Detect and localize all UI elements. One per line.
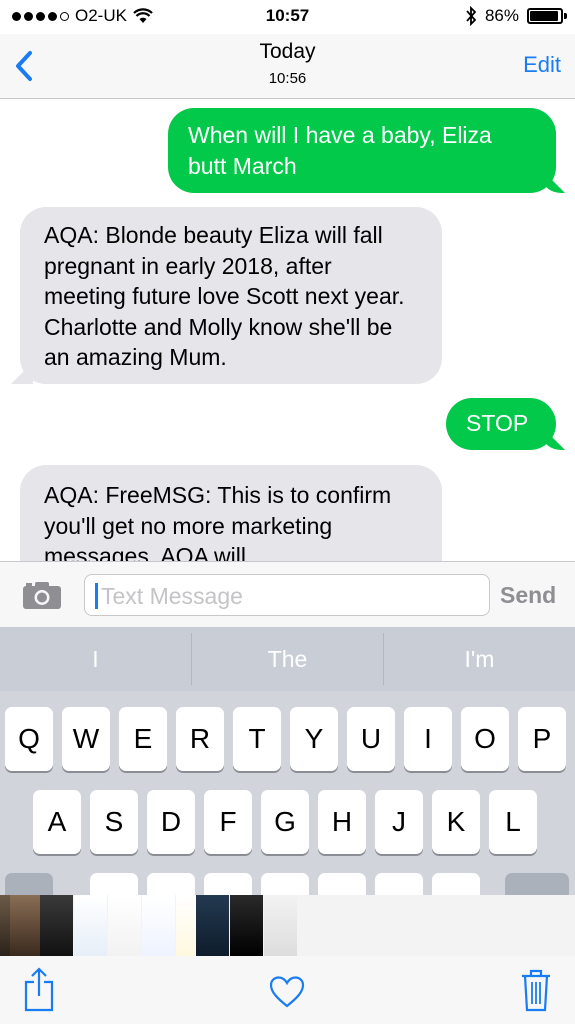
key-u[interactable]: U (347, 707, 395, 771)
prediction-suggestion[interactable]: The (192, 627, 383, 691)
message-bubble-outgoing[interactable]: STOP (446, 398, 556, 450)
message-input[interactable] (99, 578, 483, 614)
key-i[interactable]: I (404, 707, 452, 771)
key-j[interactable]: J (375, 790, 423, 854)
status-bar: O2-UK 10:57 86% (0, 0, 575, 34)
key-d[interactable]: D (147, 790, 195, 854)
send-button[interactable]: Send (500, 582, 556, 609)
key-k[interactable]: K (432, 790, 480, 854)
predictive-text-bar: I The I'm (0, 627, 575, 691)
photo-thumbnail[interactable] (230, 895, 263, 956)
battery-icon (527, 8, 567, 24)
trash-icon[interactable] (520, 968, 552, 1012)
key-w[interactable]: W (62, 707, 110, 771)
prediction-suggestion[interactable]: I'm (384, 627, 575, 691)
photo-thumbnail[interactable] (196, 895, 229, 956)
key-l[interactable]: L (489, 790, 537, 854)
share-icon[interactable] (22, 966, 56, 1012)
photo-thumbnail[interactable] (10, 895, 43, 956)
key-s[interactable]: S (90, 790, 138, 854)
navigation-bar: Today 10:56 Edit (0, 34, 575, 99)
photo-thumbnail[interactable] (264, 895, 297, 956)
key-t[interactable]: T (233, 707, 281, 771)
message-text: AQA: Blonde beauty Eliza will fall pregn… (44, 222, 405, 370)
camera-icon[interactable] (22, 580, 62, 610)
key-h[interactable]: H (318, 790, 366, 854)
message-text: When will I have a baby, Eliza butt Marc… (188, 122, 492, 179)
conversation-subtitle: 10:56 (268, 70, 307, 87)
message-bubble-incoming[interactable]: AQA: Blonde beauty Eliza will fall pregn… (20, 207, 442, 384)
text-caret (95, 583, 98, 609)
message-composer: Send (0, 561, 575, 628)
photo-thumbnail[interactable] (108, 895, 141, 956)
key-o[interactable]: O (461, 707, 509, 771)
photo-thumbnail[interactable] (40, 895, 73, 956)
key-g[interactable]: G (261, 790, 309, 854)
key-p[interactable]: P (518, 707, 566, 771)
key-e[interactable]: E (119, 707, 167, 771)
message-field[interactable] (84, 574, 490, 616)
heart-icon[interactable] (269, 976, 305, 1008)
photo-thumbnail[interactable] (142, 895, 175, 956)
key-a[interactable]: A (33, 790, 81, 854)
key-f[interactable]: F (204, 790, 252, 854)
edit-button[interactable]: Edit (523, 52, 561, 78)
bottom-toolbar (0, 956, 575, 1024)
bluetooth-icon (466, 6, 477, 26)
prediction-suggestion[interactable]: I (0, 627, 191, 691)
key-q[interactable]: Q (5, 707, 53, 771)
photo-thumbnail[interactable] (74, 895, 107, 956)
status-right: 86% (465, 6, 567, 26)
key-y[interactable]: Y (290, 707, 338, 771)
keyboard: Q W E R T Y U I O P A S D F G H J K L (0, 691, 575, 937)
message-text: STOP (466, 410, 529, 436)
conversation-title: Today (259, 40, 316, 63)
message-text: AQA: FreeMSG: This is to confirm you'll … (44, 482, 392, 569)
battery-percent: 86% (484, 6, 519, 25)
key-r[interactable]: R (176, 707, 224, 771)
photo-strip (0, 895, 575, 956)
message-bubble-outgoing[interactable]: When will I have a baby, Eliza butt Marc… (168, 108, 556, 193)
